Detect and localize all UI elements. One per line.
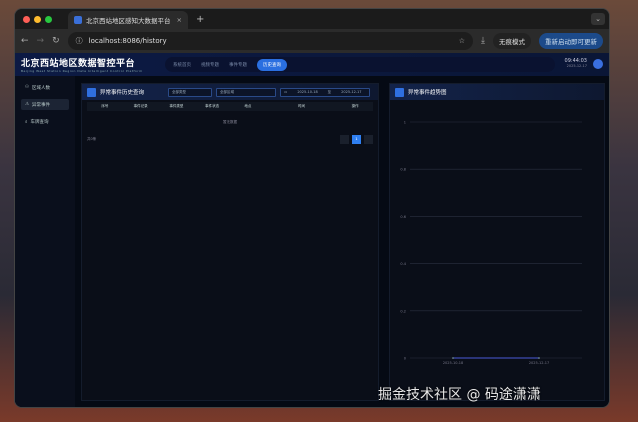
tab-search-button[interactable]: ⌄ <box>591 13 605 25</box>
user-avatar[interactable] <box>593 59 603 69</box>
sidebar-item-plate[interactable]: ⌕ 车牌查询 <box>21 116 69 127</box>
trend-panel: 异常事件趋势图 1 0.8 0.6 0.4 0.2 0 2025-10-18 2025-12-… <box>389 83 605 401</box>
update-button[interactable]: 重新启动即可更新 <box>539 33 603 49</box>
panel-title: 异常事件历史查询 <box>100 90 145 96</box>
date-from: 2025-10-18 <box>297 90 318 94</box>
column-header: 地点 <box>244 104 252 108</box>
date-sep: 至 <box>327 89 332 94</box>
nav-events[interactable]: 事件专题 <box>229 62 247 68</box>
browser-toolbar: ← → ↻ ⓘ localhost:8086/history ☆ ⤓ 无痕模式 重新… <box>15 29 609 53</box>
close-window-button[interactable] <box>23 15 30 23</box>
prev-page-button[interactable] <box>340 135 349 144</box>
calendar-icon: ▭ <box>284 90 288 94</box>
next-page-button[interactable] <box>364 135 373 144</box>
chart-icon <box>395 87 404 97</box>
y-tick-label: 0.2 <box>400 309 406 313</box>
maximize-window-button[interactable] <box>45 15 52 23</box>
url-text: localhost:8086/history <box>88 37 167 45</box>
sidebar-item-crowd[interactable]: ⚇ 区域人数 <box>21 82 69 93</box>
x-tick-label: 2025-12-17 <box>529 361 549 365</box>
date-range-picker[interactable]: ▭ 2025-10-18 至 2025-12-17 <box>280 87 371 97</box>
nav-video[interactable]: 视频专题 <box>201 62 219 68</box>
total-count: 共0条 <box>87 137 97 141</box>
app-title: 北京西站地区数据智控平台 <box>21 59 136 69</box>
pagination: 共0条 1 <box>87 135 373 144</box>
app-logo: 北京西站地区数据智控平台 Beijing West Station Region … <box>21 56 143 73</box>
y-tick-label: 0.4 <box>400 262 406 266</box>
trend-chart: 1 0.8 0.6 0.4 0.2 0 2025-10-18 2025-12-17 <box>400 121 582 365</box>
app-subtitle: Beijing West Station Region Data Intelli… <box>21 69 143 73</box>
table-header: 序号 事件记录 事件类型 事件状态 地点 时间 操作 <box>87 102 373 111</box>
area-select[interactable]: 全部区域 <box>216 87 277 97</box>
date-to: 2025-12-17 <box>341 90 362 94</box>
browser-window: 北京西站地区感知大数据平台 × + ⌄ ← → ↻ ⓘ localhost:8086… <box>14 8 610 408</box>
y-tick-label: 0.6 <box>400 215 406 219</box>
close-tab-icon[interactable]: × <box>177 16 182 24</box>
data-point <box>538 357 540 359</box>
incognito-badge[interactable]: 无痕模式 <box>493 33 531 49</box>
favicon-icon <box>74 16 82 24</box>
minimize-window-button[interactable] <box>34 15 41 23</box>
nav-history[interactable]: 历史查询 <box>257 58 287 71</box>
bookmark-star-icon[interactable]: ☆ <box>459 37 465 45</box>
back-button[interactable]: ← <box>21 36 29 46</box>
column-header: 事件状态 <box>205 104 220 108</box>
column-header: 事件记录 <box>133 104 148 108</box>
page-button[interactable]: 1 <box>352 135 361 144</box>
column-header: 操作 <box>351 104 359 108</box>
sidebar-label: 区域人数 <box>32 85 51 91</box>
clock: 09:44:03 2025-12-17 <box>565 58 587 68</box>
people-icon: ⚇ <box>25 85 30 90</box>
sidebar: ⚇ 区域人数 ⚠ 异常事件 ⌕ 车牌查询 <box>15 76 75 407</box>
document-icon <box>87 87 96 97</box>
trend-panel-header: 异常事件趋势图 <box>390 84 604 100</box>
tab-bar: 北京西站地区感知大数据平台 × + ⌄ <box>15 9 609 29</box>
type-select[interactable]: 全部类型 <box>168 87 213 97</box>
sidebar-label: 异常事件 <box>32 102 51 108</box>
sidebar-label: 车牌查询 <box>30 119 49 125</box>
y-tick-label: 1 <box>404 121 406 125</box>
column-header: 序号 <box>101 104 109 108</box>
watermark: 掘金技术社区 @ 码途潇潇 <box>378 387 541 403</box>
site-info-icon[interactable]: ⓘ <box>76 36 83 46</box>
chart-title: 异常事件趋势图 <box>408 90 447 96</box>
history-panel: 异常事件历史查询 全部类型 全部区域 ▭ 2025-10-18 至 2025-12-1… <box>81 83 379 401</box>
sidebar-item-events[interactable]: ⚠ 异常事件 <box>21 99 69 110</box>
y-tick-label: 0.8 <box>400 168 406 172</box>
forward-button[interactable]: → <box>37 36 45 46</box>
column-header: 时间 <box>298 104 305 108</box>
history-panel-header: 异常事件历史查询 全部类型 全部区域 ▭ 2025-10-18 至 2025-12-1… <box>82 84 378 100</box>
empty-message: 暂无数据 <box>223 120 237 124</box>
tab-title: 北京西站地区感知大数据平台 <box>86 17 171 25</box>
column-header: 事件类型 <box>169 104 184 108</box>
app-header: 北京西站地区数据智控平台 Beijing West Station Region … <box>15 53 609 76</box>
address-bar[interactable]: ⓘ localhost:8086/history ☆ <box>67 32 474 50</box>
new-tab-button[interactable]: + <box>196 14 204 25</box>
web-page: 北京西站地区数据智控平台 Beijing West Station Region … <box>15 53 609 407</box>
main-nav: 系统首页 视频专题 事件专题 历史查询 <box>165 57 555 72</box>
alert-icon: ⚠ <box>25 102 30 107</box>
reload-button[interactable]: ↻ <box>52 36 60 46</box>
download-icon[interactable]: ⤓ <box>481 36 485 46</box>
clock-date: 2025-12-17 <box>566 64 587 68</box>
y-tick-label: 0 <box>404 357 406 361</box>
nav-home[interactable]: 系统首页 <box>173 62 191 68</box>
browser-tab[interactable]: 北京西站地区感知大数据平台 × <box>68 11 188 29</box>
data-point <box>452 357 454 359</box>
x-tick-label: 2025-10-18 <box>443 361 463 365</box>
search-icon: ⌕ <box>25 119 28 125</box>
